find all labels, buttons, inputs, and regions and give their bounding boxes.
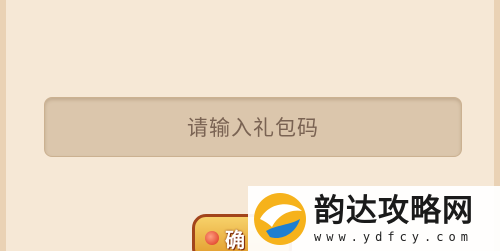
gem-icon: [205, 231, 219, 245]
gift-code-placeholder: 请输入礼包码: [187, 116, 319, 140]
watermark-brand: 韵达攻略网: [314, 192, 474, 229]
bird-logo-icon: [254, 192, 306, 245]
gift-code-input[interactable]: 请输入礼包码: [44, 97, 462, 157]
confirm-button-label: 确: [225, 227, 245, 251]
site-watermark: 韵达攻略网 www.ydfcy.com: [248, 186, 500, 251]
watermark-url: www.ydfcy.com: [314, 229, 473, 244]
